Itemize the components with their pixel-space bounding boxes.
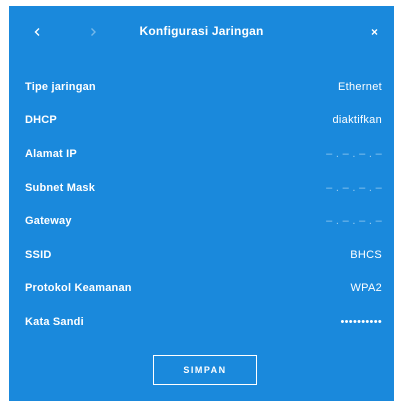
dialog-header: Konfigurasi Jaringan <box>9 6 394 57</box>
field-label: Kata Sandi <box>25 316 84 328</box>
field-label: Tipe jaringan <box>25 81 96 93</box>
field-label: Subnet Mask <box>25 182 96 194</box>
field-row-network-type: Tipe jaringan Ethernet <box>25 81 382 97</box>
field-value: – . – . – . – <box>326 215 382 227</box>
dialog-title: Konfigurasi Jaringan <box>139 24 264 38</box>
field-label: Gateway <box>25 215 72 227</box>
field-row-security-protocol: Protokol Keamanan WPA2 <box>25 282 382 298</box>
field-value: Ethernet <box>338 81 382 93</box>
field-value: – . – . – . – <box>326 182 382 194</box>
field-value: BHCS <box>350 249 382 261</box>
field-row-subnet-mask: Subnet Mask – . – . – . – <box>25 182 382 198</box>
close-icon[interactable] <box>366 22 384 42</box>
field-value: diaktifkan <box>332 114 382 126</box>
field-label: SSID <box>25 249 52 261</box>
field-row-password: Kata Sandi •••••••••• <box>25 316 382 332</box>
field-value: WPA2 <box>350 282 382 294</box>
field-row-gateway: Gateway – . – . – . – <box>25 215 382 231</box>
field-row-ssid: SSID BHCS <box>25 249 382 265</box>
field-label: DHCP <box>25 114 57 126</box>
field-row-ip-address: Alamat IP – . – . – . – <box>25 148 382 164</box>
field-value: – . – . – . – <box>326 148 382 160</box>
field-label: Alamat IP <box>25 148 77 160</box>
network-config-dialog: Konfigurasi Jaringan Tipe jaringan Ether… <box>9 6 394 401</box>
save-button[interactable]: SIMPAN <box>153 355 257 385</box>
field-value: •••••••••• <box>340 316 382 328</box>
field-label: Protokol Keamanan <box>25 282 132 294</box>
field-row-dhcp: DHCP diaktifkan <box>25 114 382 130</box>
